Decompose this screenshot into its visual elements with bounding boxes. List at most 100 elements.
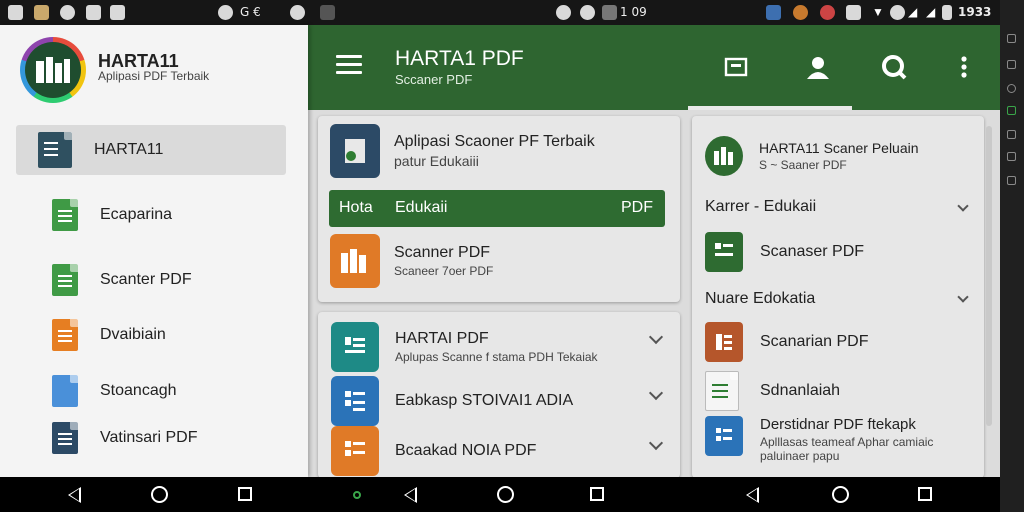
panel-item[interactable]: Scanarian PDF [705,322,869,362]
document-icon [331,376,379,426]
panel-item-line2: Aplllasas teameaf Aphar camiaic [760,435,934,449]
navigation-drawer: HARTA11 Aplipasi PDF Terbaik HARTA11 Eca… [0,25,308,477]
panel-header[interactable]: HARTA11 Scaner Peluain S ~ Saaner PDF [705,136,919,176]
location-icon [218,5,233,20]
drawer-item-vatinsari-pdf[interactable]: Vatinsari PDF [16,413,286,463]
section-header[interactable]: Nuare Edokatia [705,290,815,308]
tab-indicator [688,106,852,110]
sync-icon [556,5,571,20]
menu-icon[interactable] [336,55,362,74]
mail-icon [110,5,125,20]
account-icon[interactable] [804,53,832,81]
building-icon [36,57,70,83]
drawer-item-label: Vatinsari PDF [100,429,198,446]
scanner-pdf-item[interactable]: Scanner PDF Scaneer 7oer PDF [330,234,493,288]
drawer-item-stoancagh[interactable]: Stoancagh [16,366,286,416]
highlight-left: Hota [339,199,373,216]
lab-icon [820,5,835,20]
panel-item-line3: paluinaer papu [760,449,840,463]
recents-icon[interactable] [238,487,252,501]
rail-icon[interactable] [1007,130,1016,139]
list-item[interactable]: HARTAI PDF Aplupas Scanne f stama PDH Te… [331,322,598,372]
keyboard-icon [320,5,335,20]
drawer-item-label: Scanter PDF [100,271,192,288]
document-icon [705,416,743,456]
app-icon [766,5,781,20]
rail-icon[interactable] [1007,152,1016,161]
drawer-item-label: Dvaibiain [100,326,166,343]
panel-item[interactable]: Scanaser PDF [705,232,864,272]
image-icon [52,375,78,407]
gallery-icon [34,5,49,20]
featured-subtitle: patur Edukaiii [394,153,479,169]
search-icon[interactable] [880,53,908,81]
signal-icon: ◢ [908,5,918,19]
screen: G € 1 09 ▼ ◢ ◢ 1933 HARTA1 PDF Sccaner P… [0,0,1024,512]
section-header[interactable]: Karrer - Edukaii [705,198,816,216]
app-subtitle: Sccaner PDF [395,72,473,87]
status-bar: G € 1 09 ▼ ◢ ◢ 1933 [0,0,1000,25]
drawer-item-ecaparina[interactable]: Ecaparina [16,190,286,240]
panel-title: HARTA11 Scaner Peluain [759,140,919,156]
drawer-item-label: HARTA11 [94,141,164,158]
alarm-icon [602,5,617,20]
sheet-icon [52,264,78,296]
panel-item-label: Sdnanlaiah [760,382,841,399]
recents-icon[interactable] [918,487,932,501]
list-item-title: Eabkasp STOIVAI1 ADIA [395,392,574,409]
rail-icon[interactable] [1007,106,1016,115]
panel-item-label: Scanarian PDF [760,333,869,350]
rail-icon[interactable] [1007,60,1016,69]
featured-title: Aplipasi Scaoner PF Terbaik [394,133,595,150]
featured-item[interactable]: Aplipasi Scaoner PF Terbaik patur Edukai… [330,124,595,178]
home-icon[interactable] [497,486,514,503]
panel-item[interactable]: Derstidnar PDF ftekapk Aplllasas teameaf… [705,416,933,463]
clock: 1933 [958,5,992,19]
rail-icon[interactable] [1007,176,1016,185]
item-subtitle: Scaneer 7oer PDF [394,264,494,278]
notes-icon [705,322,743,362]
navigation-bar [0,477,1000,512]
highlight-middle: Edukaii [395,199,448,216]
app-bar: HARTA1 PDF Sccaner PDF [308,25,1000,110]
panel-scrollbar[interactable] [986,126,992,426]
scan-icon[interactable] [722,53,750,81]
record-icon [580,5,595,20]
back-icon[interactable] [68,487,81,503]
document-icon [331,322,379,372]
drawer-subtitle: Aplipasi PDF Terbaik [98,69,210,83]
panel-item-title: Derstidnar PDF ftekapk [760,416,916,433]
building-icon [705,136,743,176]
panel-subtitle: S ~ Saaner PDF [759,158,847,172]
list-item[interactable]: Bcaakad NOIA PDF [331,426,536,476]
rail-icon[interactable] [1007,84,1016,93]
drawer-item-harta11[interactable]: HARTA11 [16,125,286,175]
document-icon [38,132,72,168]
list-item-title: Bcaakad NOIA PDF [395,442,537,459]
shield-icon [60,5,75,20]
back-icon[interactable] [746,487,759,503]
status-left-text: G € [240,5,261,19]
panel-item[interactable]: Sdnanlaiah [705,371,840,411]
status-center-text: 1 09 [620,5,647,19]
game-icon [793,5,808,20]
app-title: HARTA1 PDF [395,47,524,70]
drawer-item-dvaibiain[interactable]: Dvaibiain [16,310,286,360]
highlight-bar[interactable]: Hota Edukaii PDF [329,190,665,227]
indicator-icon [353,491,361,499]
home-icon[interactable] [832,486,849,503]
dollar-icon [290,5,305,20]
drawer-item-label: Stoancagh [100,382,177,399]
recents-icon[interactable] [590,487,604,501]
more-vert-icon[interactable] [950,53,978,81]
drawer-item-scanter-pdf[interactable]: Scanter PDF [16,255,286,305]
wifi-icon: ▼ [872,5,884,19]
list-item-subtitle: Aplupas Scanne f stama PDH Tekaiak [395,350,598,364]
list-item[interactable]: Eabkasp STOIVAI1 ADIA [331,376,573,426]
back-icon[interactable] [404,487,417,503]
file-icon [705,371,739,411]
home-icon[interactable] [151,486,168,503]
sheet-icon [52,199,78,231]
location-icon [890,5,905,20]
rail-icon[interactable] [1007,34,1016,43]
